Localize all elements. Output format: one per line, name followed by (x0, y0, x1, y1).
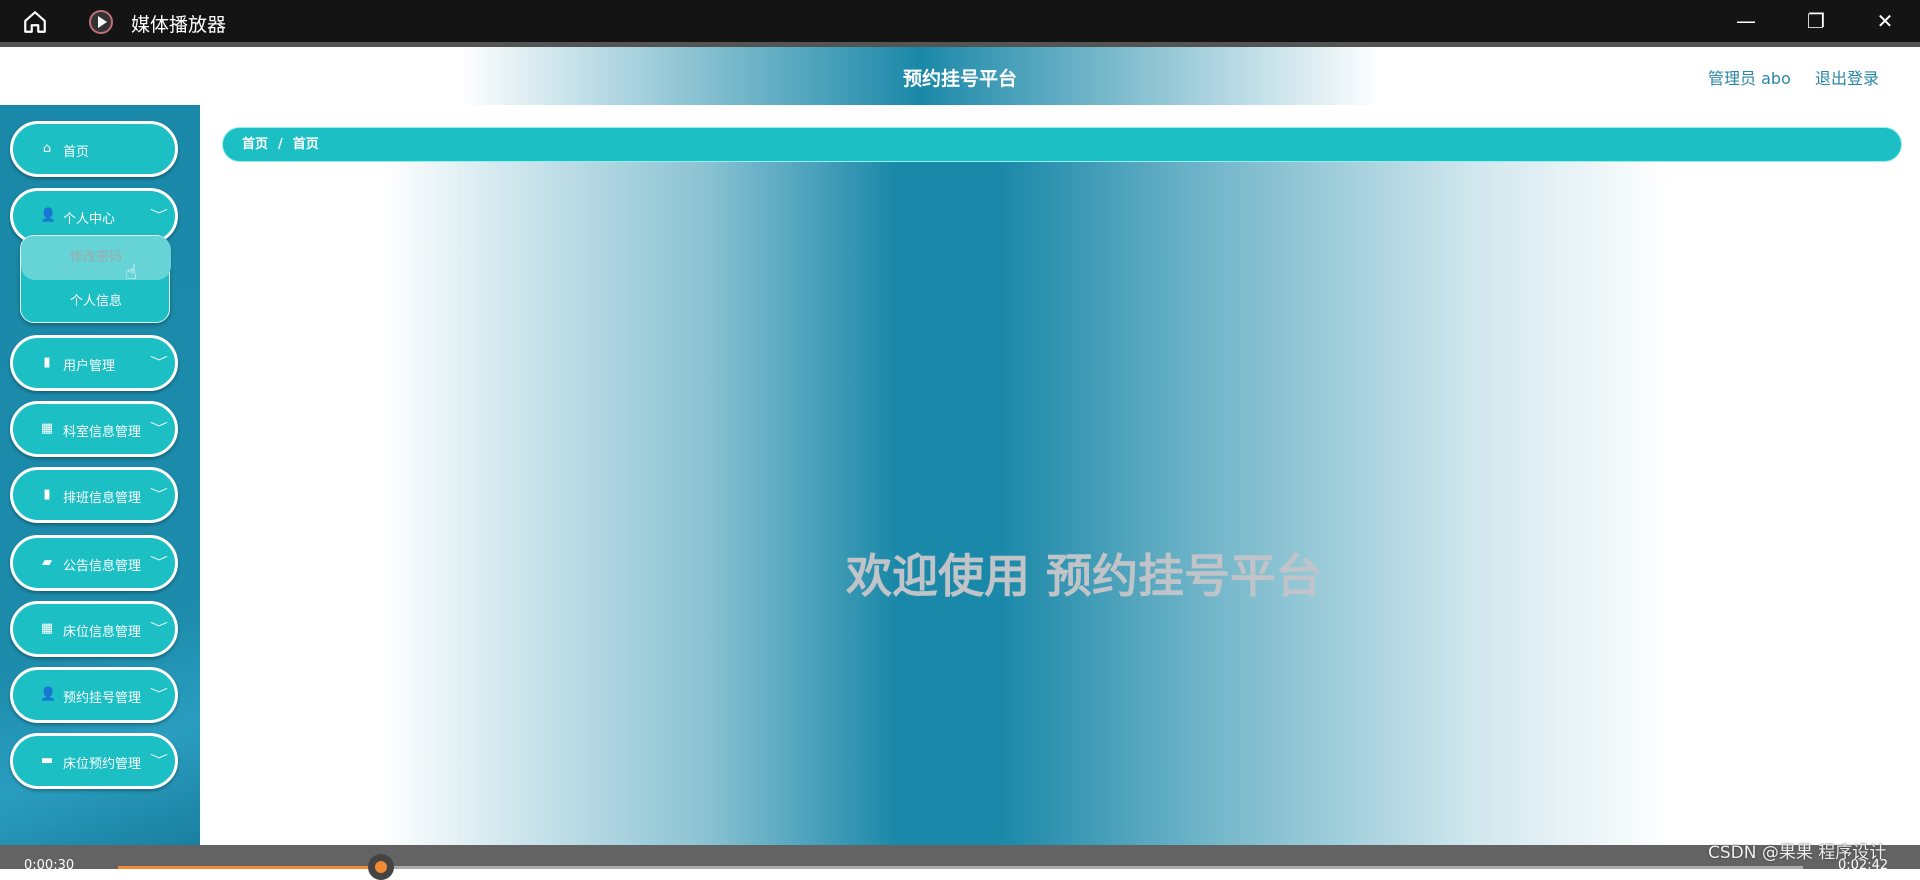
sidebar-item-label: 个人中心 (63, 212, 116, 227)
welcome-text: 欢迎使用 预约挂号平台 (845, 549, 1322, 603)
sidebar-item-6[interactable]: ▦ 床位信息管理 ﹀ (10, 601, 178, 657)
chevron-down-icon: ﹀ (149, 687, 169, 701)
menu-icon: ⌂ (42, 141, 52, 156)
chevron-down-icon: ﹀ (149, 555, 169, 569)
media-player-controls: 0:00:30 0:02:42 (0, 845, 1920, 880)
welcome-background (380, 155, 1670, 845)
window-title: 媒体播放器 (131, 14, 227, 36)
sidebar-item-5[interactable]: ▰ 公告信息管理 ﹀ (10, 535, 178, 591)
menu-icon: ▮ (43, 355, 51, 370)
menu-icon: ▦ (40, 421, 54, 436)
current-time: 0:00:30 (24, 858, 75, 873)
close-button[interactable]: ✕ (1870, 8, 1900, 34)
menu-icon: 👤 (40, 687, 57, 702)
submenu-item-personal-info[interactable]: 个人信息 (21, 280, 171, 324)
sidebar-item-label: 首页 (63, 145, 90, 160)
chevron-down-icon: ﹀ (149, 355, 169, 369)
app-header: 预约挂号平台 管理员 abo 退出登录 (0, 47, 1920, 105)
sidebar: ⌂ 首页 👤 个人中心 ﹀ ▮ 用户管理 ﹀ ▦ 科室信息管理 ﹀ ▮ 排班信息管理 ﹀ ▰ 公告信息管理 ﹀ ▦… (0, 105, 200, 845)
chevron-down-icon: ﹀ (149, 621, 169, 635)
chevron-down-icon: ﹀ (149, 753, 169, 767)
sidebar-item-label: 床位预约管理 (63, 757, 142, 772)
sidebar-item-label: 科室信息管理 (63, 425, 142, 440)
breadcrumb: 首页 / 首页 (222, 127, 1902, 162)
sidebar-item-label: 预约挂号管理 (63, 691, 142, 706)
sidebar-item-label: 公告信息管理 (63, 559, 142, 574)
sidebar-item-label: 排班信息管理 (63, 491, 142, 506)
media-player-logo-icon (89, 10, 113, 34)
menu-icon: ▰ (42, 555, 52, 570)
menu-icon: ▦ (40, 621, 54, 636)
breadcrumb-current: 首页 (292, 137, 319, 152)
logout-link[interactable]: 退出登录 (1815, 65, 1879, 89)
chevron-down-icon: ﹀ (149, 208, 169, 222)
sidebar-item-label: 用户管理 (63, 359, 116, 374)
current-user[interactable]: 管理员 abo (1708, 65, 1791, 89)
hand-cursor-icon: ☝ (125, 260, 138, 284)
watermark: CSDN @果果 程序设计 (1708, 843, 1887, 863)
window-titlebar: 媒体播放器 — ❐ ✕ (0, 0, 1920, 47)
sidebar-item-2[interactable]: ▮ 用户管理 ﹀ (10, 335, 178, 391)
home-icon[interactable] (22, 9, 48, 35)
sidebar-item-label: 床位信息管理 (63, 625, 142, 640)
sidebar-item-4[interactable]: ▮ 排班信息管理 ﹀ (10, 467, 178, 523)
minimize-button[interactable]: — (1731, 8, 1761, 34)
chevron-down-icon: ﹀ (149, 421, 169, 435)
submenu-item-change-password[interactable]: 修改密码 (21, 236, 171, 280)
restore-button[interactable]: ❐ (1801, 8, 1831, 34)
app-title: 预约挂号平台 (902, 68, 1017, 90)
main-content: 首页 / 首页 欢迎使用 预约挂号平台 (200, 105, 1920, 845)
breadcrumb-separator: / (278, 137, 283, 152)
sidebar-item-3[interactable]: ▦ 科室信息管理 ﹀ (10, 401, 178, 457)
sidebar-item-8[interactable]: ▬ 床位预约管理 ﹀ (10, 733, 178, 789)
menu-icon: ▮ (43, 487, 51, 502)
breadcrumb-home[interactable]: 首页 (242, 137, 268, 152)
sidebar-item-0[interactable]: ⌂ 首页 (10, 121, 178, 177)
sidebar-item-7[interactable]: 👤 预约挂号管理 ﹀ (10, 667, 178, 723)
menu-icon: ▬ (40, 753, 54, 768)
menu-icon: 👤 (40, 208, 57, 223)
seek-handle[interactable] (367, 854, 394, 880)
submenu-personal-center: 修改密码 个人信息 (20, 235, 171, 324)
chevron-down-icon: ﹀ (149, 487, 169, 501)
